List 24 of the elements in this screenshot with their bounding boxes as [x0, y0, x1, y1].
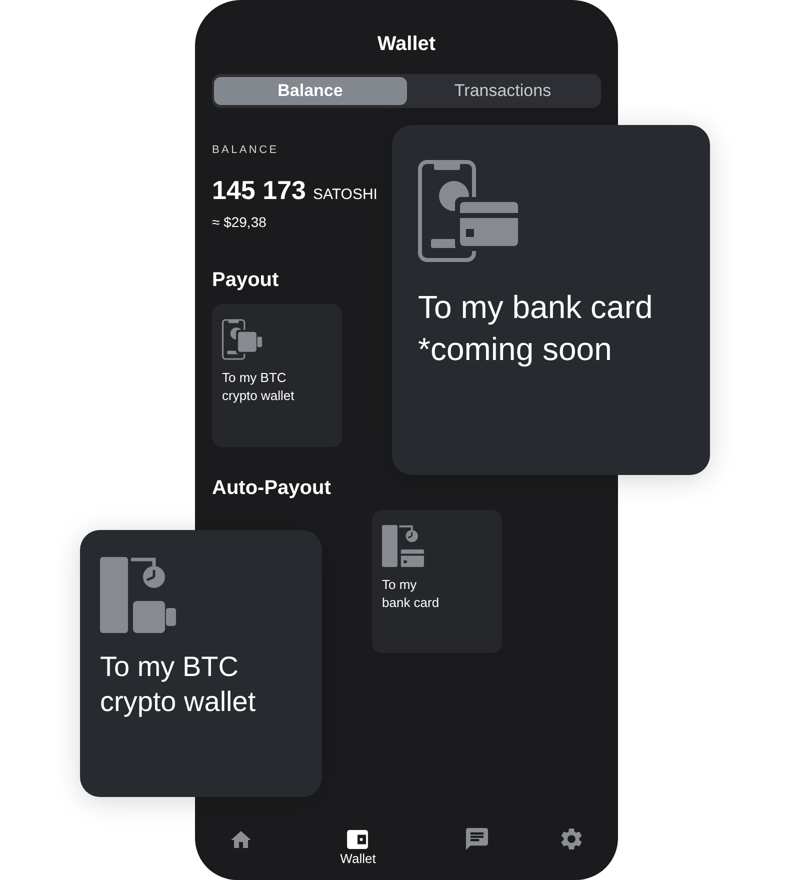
phone-wallet-icon [222, 319, 262, 360]
section-heading: Auto-Payout [212, 476, 331, 501]
nav-item[interactable]: Wallet [340, 827, 376, 867]
payout-option-card[interactable]: To my bank card [372, 510, 502, 653]
balance-label: BALANCE [212, 143, 279, 157]
payout-option-card[interactable]: To my bank card *coming soon [392, 125, 710, 475]
nav-item[interactable] [561, 827, 582, 851]
nav-item[interactable] [466, 827, 488, 851]
phone-card-icon [418, 160, 518, 262]
phone-clock-wallet-icon [100, 557, 176, 633]
fiat-value: ≈ $29,38 [212, 213, 266, 232]
balance-unit: SATOSHI [312, 185, 378, 205]
payout-option-card[interactable]: To my BTC crypto wallet [212, 304, 342, 447]
tab[interactable]: Transactions [406, 77, 599, 105]
chat-icon [466, 828, 488, 850]
settings-icon [561, 828, 582, 850]
phone-clock-card-icon [382, 525, 424, 567]
section-heading: Payout [212, 268, 279, 293]
payout-option-card[interactable]: To my BTC crypto wallet [80, 530, 322, 797]
home-icon [231, 830, 251, 848]
balance-amount: 145 173 [212, 174, 306, 206]
screen-title: Wallet [377, 32, 436, 57]
tab[interactable]: Balance [214, 77, 406, 105]
wallet-icon [347, 830, 368, 848]
